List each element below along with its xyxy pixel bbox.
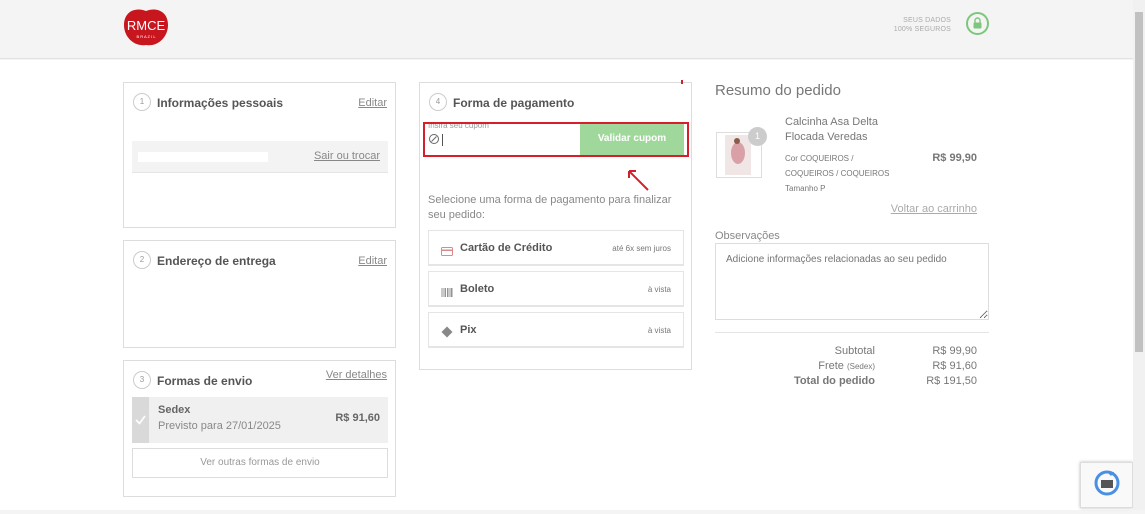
shipping-panel: 3 Formas de envio Ver detalhes Sedex Pre… [123,360,396,497]
pix-icon [441,325,453,338]
product-variant: Cor COQUEIROS / COQUEIROS / COQUEIROS Ta… [785,151,889,196]
shipping-option-price: R$ 91,60 [335,412,380,424]
step-number: 4 [429,93,447,111]
total-label: Total do pedido [793,375,875,387]
page-scrollbar[interactable] [1133,0,1145,510]
product-size: Tamanho P [785,184,826,193]
payment-option-pix[interactable]: Pix à vista [428,312,684,348]
logo-subtext: B R A Z I L [136,34,156,39]
notes-label: Observações [715,230,780,242]
total-value: R$ 191,50 [926,375,977,387]
shipping-option-eta: Previsto para 27/01/2025 [158,420,281,432]
address-panel: 2 Endereço de entrega Editar [123,240,396,348]
payment-option-name: Pix [460,324,477,336]
step-number: 3 [133,371,151,389]
barcode-icon [441,284,453,297]
shipping-cost-label: Frete (Sedex) [818,360,875,372]
product-name: Calcinha Asa Delta Flocada Veredas [785,115,878,145]
payment-option-condition: à vista [647,326,671,335]
product-name-line-1: Calcinha Asa Delta [785,116,878,128]
payment-instruction: Selecione uma forma de pagamento para fi… [428,194,672,221]
product-color-1: Cor COQUEIROS / [785,154,854,163]
store-logo[interactable]: RMCE B R A Z I L [122,7,170,47]
summary-divider [715,332,989,333]
scrollbar-thumb[interactable] [1135,12,1143,352]
secure-line-1: SEUS DADOS [903,17,951,24]
notes-textarea[interactable] [715,243,989,320]
shipping-option-sedex[interactable]: Sedex Previsto para 27/01/2025 R$ 91,60 [132,397,388,443]
product-name-line-2: Flocada Veredas [785,131,868,143]
payment-option-boleto[interactable]: Boleto à vista [428,271,684,307]
address-title: Endereço de entrega [157,254,276,268]
payment-option-name: Boleto [460,283,495,295]
lock-icon [966,12,989,35]
secure-line-2: 100% SEGUROS [893,26,951,33]
credit-card-icon [441,243,453,256]
shipping-title: Formas de envio [157,374,253,388]
product-price: R$ 99,90 [932,152,977,164]
subtotal-value: R$ 99,90 [932,345,977,357]
site-header: RMCE B R A Z I L SEUS DADOS 100% SEGUROS [0,0,1133,59]
subtotal-label: Subtotal [834,345,875,357]
personal-info-title: Informações pessoais [157,96,284,110]
recaptcha-badge[interactable] [1080,462,1133,508]
logo-text: RMCE [127,18,166,33]
summary-title: Resumo do pedido [715,82,841,99]
logged-user-box: Sair ou trocar [132,141,388,173]
back-to-cart-link[interactable]: Voltar ao carrinho [891,203,977,215]
shipping-details-link[interactable]: Ver detalhes [326,369,387,381]
shipping-option-name: Sedex [158,404,191,416]
other-shipping-button[interactable]: Ver outras formas de envio [132,448,388,478]
personal-info-panel: 1 Informações pessoais Editar Sair ou tr… [123,82,396,228]
masked-email [138,152,268,162]
edit-personal-link[interactable]: Editar [358,97,387,109]
product-color-2: COQUEIROS / COQUEIROS [785,169,890,178]
annotation-arrow-icon [624,164,654,194]
quantity-badge: 1 [748,127,767,146]
logout-link[interactable]: Sair ou trocar [314,150,380,162]
step-number: 1 [133,93,151,111]
shipping-cost-tag: (Sedex) [846,362,875,371]
edit-address-link[interactable]: Editar [358,255,387,267]
shipping-cost-value: R$ 91,60 [932,360,977,372]
step-number: 2 [133,251,151,269]
payment-title: Forma de pagamento [453,96,575,110]
payment-option-condition: à vista [647,285,671,294]
coupon-highlight-box [423,122,689,157]
payment-option-name: Cartão de Crédito [460,242,553,254]
secure-badge: SEUS DADOS 100% SEGUROS [894,16,951,34]
payment-option-condition: até 6x sem juros [612,244,671,253]
payment-option-credit-card[interactable]: Cartão de Crédito até 6x sem juros [428,230,684,266]
shipping-cost-label-text: Frete [818,360,844,372]
annotation-dot [681,80,683,84]
check-icon [132,397,149,443]
